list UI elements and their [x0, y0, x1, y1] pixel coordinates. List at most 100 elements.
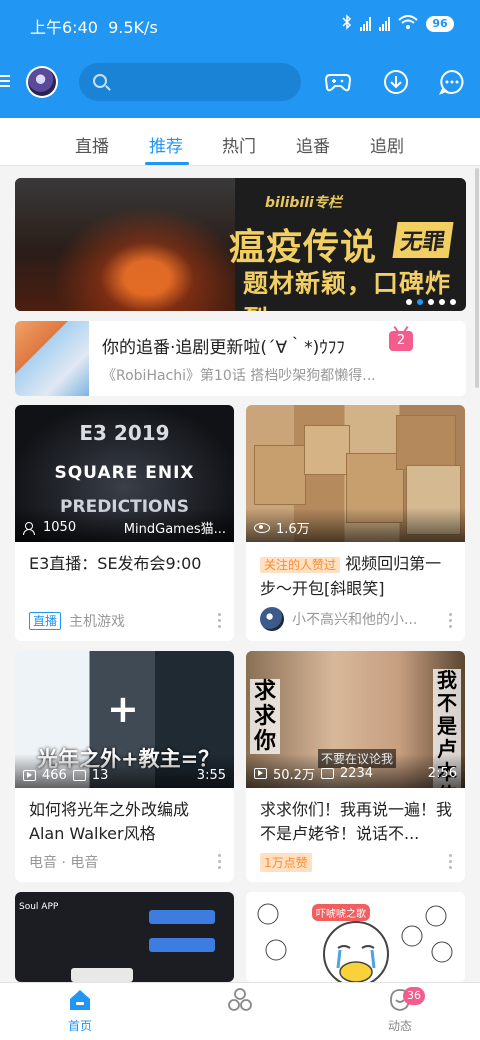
video-meta: 电音 · 电音 — [29, 852, 98, 872]
tab-indicator — [145, 162, 189, 165]
search-box[interactable] — [79, 63, 301, 101]
play-count: 50.2万 — [273, 768, 315, 783]
video-meta: 1万点赞 — [260, 853, 312, 872]
video-card[interactable]: E3 2019 SQUARE ENIX PREDICTIONS 1050 Min… — [15, 405, 234, 641]
status-time: 上午6:40 9.5K/s — [30, 14, 158, 38]
carousel-dot[interactable] — [450, 299, 456, 305]
danmaku-icon — [320, 768, 334, 779]
viewers-icon — [23, 521, 37, 535]
video-stats: 50.2万 2234 2:56 — [254, 764, 457, 783]
follow-update-card[interactable]: 你的追番·追剧更新啦(´∀｀*)ｳﾌﾌ 2 《RobiHachi》第10话 搭档… — [15, 321, 466, 396]
thumb-text: 求求你 — [250, 679, 280, 754]
promo-banner[interactable]: bilibili专栏 瘟疫传说 无罪 题材新颖，口碑炸裂 — [15, 178, 466, 311]
download-icon[interactable] — [382, 68, 410, 96]
nav-dynamics[interactable]: 36 动态 — [360, 987, 440, 1034]
status-icons: 96 — [342, 14, 454, 34]
search-icon — [93, 74, 107, 88]
views-icon — [254, 522, 270, 533]
video-thumbnail: 求求你 我不是卢本伟 不要在议论我 50.2万 2234 2:56 — [246, 651, 465, 788]
nav-home[interactable]: 首页 — [40, 987, 120, 1034]
message-icon[interactable] — [438, 68, 466, 96]
more-options-icon[interactable] — [218, 854, 222, 870]
video-stats: 1050 MindGames猫... — [23, 518, 226, 537]
danmaku-count: 13 — [91, 768, 109, 783]
signal-icon-2 — [379, 17, 390, 31]
top-bar: 上午6:40 9.5K/s 96 — [0, 0, 480, 118]
category-label: 电音 · 电音 — [29, 855, 99, 871]
net-speed: 9.5K/s — [108, 18, 158, 37]
video-card[interactable]: 求求你 我不是卢本伟 不要在议论我 50.2万 2234 2:56 求求你们！我… — [246, 651, 465, 882]
video-thumbnail: Soul APP — [15, 892, 234, 982]
channels-icon — [227, 987, 253, 1013]
clock-text: 上午6:40 — [30, 18, 98, 37]
play-count-icon — [254, 768, 267, 779]
danmaku-icon — [72, 770, 86, 781]
search-input[interactable] — [117, 63, 292, 101]
carousel-dot[interactable] — [439, 299, 445, 305]
thumb-text: SQUARE ENIX — [54, 463, 195, 483]
video-title: 如何将光年之外改编成Alan Walker风格 — [29, 800, 190, 843]
battery-icon: 96 — [426, 16, 454, 32]
duration: 2:56 — [427, 766, 457, 781]
liked-by-following-tag: 关注的人赞过 — [260, 557, 341, 573]
app-bar — [0, 58, 480, 110]
home-icon — [67, 987, 93, 1013]
carousel-dot[interactable] — [428, 299, 434, 305]
follow-update-subtitle: 《RobiHachi》第10话 搭档吵架狗都懒得... — [102, 368, 376, 384]
more-options-icon[interactable] — [449, 613, 453, 629]
tab-hot[interactable]: 热门 — [222, 132, 256, 157]
tab-anime[interactable]: 追番 — [296, 132, 330, 157]
tab-live[interactable]: 直播 — [75, 132, 109, 157]
signal-icon — [360, 17, 371, 31]
channel-name: MindGames猫... — [123, 522, 226, 537]
notification-badge: 36 — [403, 987, 425, 1005]
video-card[interactable]: Soul APP — [15, 892, 234, 982]
uploader-name: 小不高兴和他的小... — [292, 612, 418, 628]
category-label: 主机游戏 — [69, 614, 126, 630]
anime-thumbnail — [15, 321, 89, 396]
tab-drama[interactable]: 追剧 — [370, 132, 404, 157]
avatar[interactable] — [26, 66, 58, 98]
video-thumbnail: + 光年之外+教主=？ 466 13 3:55 — [15, 651, 234, 788]
video-card[interactable]: 1.6万 关注的人赞过 视频回归第一步～开包[斜眼笑] 小不高兴和他的小... — [246, 405, 465, 641]
status-bar: 上午6:40 9.5K/s 96 — [0, 0, 480, 52]
nav-dynamics-label: 动态 — [387, 1019, 412, 1033]
banner-title: 瘟疫传说 — [229, 227, 378, 268]
video-thumbnail: 1.6万 — [246, 405, 465, 542]
banner-badge: 无罪 — [392, 222, 454, 258]
view-count: 1.6万 — [276, 522, 310, 537]
banner-image — [15, 178, 235, 311]
video-stats: 466 13 3:55 — [23, 768, 226, 783]
tab-recommend[interactable]: 推荐 — [149, 132, 183, 157]
video-meta: 直播 主机游戏 — [29, 611, 125, 631]
carousel-dots[interactable] — [406, 299, 456, 305]
video-thumbnail: 吓唬唬之歌 — [246, 892, 465, 982]
game-center-icon[interactable] — [324, 68, 352, 96]
more-options-icon[interactable] — [449, 854, 453, 870]
nav-channels[interactable] — [200, 987, 280, 1017]
video-title: 关注的人赞过 视频回归第一步～开包[斜眼笑] — [260, 552, 454, 601]
follow-update-title: 你的追番·追剧更新啦(´∀｀*)ｳﾌﾌ — [102, 338, 345, 358]
more-options-icon[interactable] — [218, 613, 222, 629]
viewer-count: 1050 — [43, 520, 77, 535]
video-card[interactable]: + 光年之外+教主=？ 466 13 3:55 如何将光年之外改编成Alan W… — [15, 651, 234, 882]
video-card[interactable]: 吓唬唬之歌 — [246, 892, 465, 982]
likes-tag: 1万点赞 — [260, 853, 312, 872]
video-title: E3直播：SE发布会9:00 — [29, 554, 202, 573]
video-stats: 1.6万 — [254, 518, 457, 537]
carousel-dot-active[interactable] — [417, 299, 423, 305]
video-meta: 小不高兴和他的小... — [260, 607, 417, 631]
duration: 3:55 — [196, 768, 226, 783]
uploader-avatar — [260, 607, 284, 631]
live-tag: 直播 — [29, 612, 62, 630]
video-title: 求求你们！我再说一遍！我不是卢姥爷！说话不... — [260, 800, 453, 843]
scrollbar[interactable] — [475, 168, 479, 388]
carousel-dot[interactable] — [406, 299, 412, 305]
menu-icon[interactable] — [0, 72, 10, 94]
bottom-nav: 首页 36 动态 — [0, 982, 480, 1040]
nav-home-label: 首页 — [67, 1019, 92, 1033]
banner-logo: bilibili专栏 — [265, 195, 342, 211]
thumb-text: Soul APP — [19, 902, 59, 912]
tv-count-badge: 2 — [389, 331, 413, 351]
emoji-art — [257, 903, 453, 982]
